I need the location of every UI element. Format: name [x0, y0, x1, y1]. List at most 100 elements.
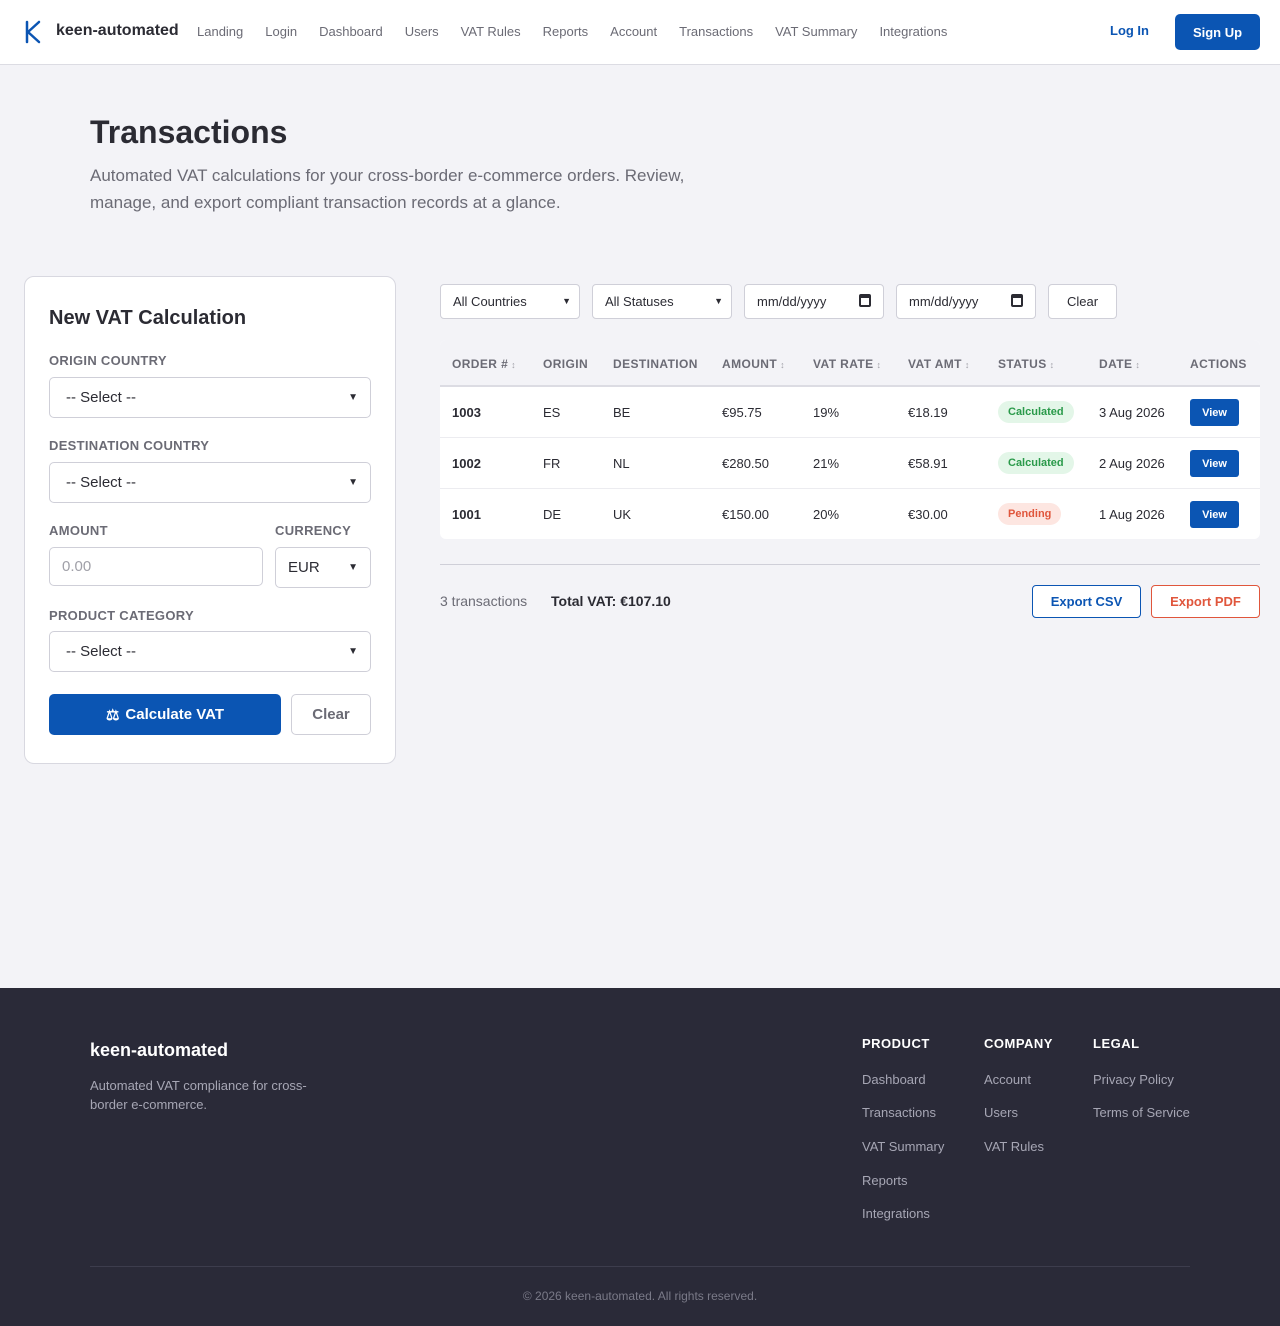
footer-link-integrations[interactable]: Integrations	[862, 1206, 930, 1221]
nav-item-transactions[interactable]: Transactions	[679, 24, 753, 39]
nav-item-users[interactable]: Users	[405, 24, 439, 39]
cell-destination: BE	[613, 405, 631, 420]
currency-value: EUR	[288, 559, 320, 576]
calendar-icon[interactable]	[1011, 294, 1023, 307]
view-button[interactable]: View	[1190, 399, 1239, 426]
chevron-down-icon: ▼	[714, 296, 723, 306]
view-button[interactable]: View	[1190, 501, 1239, 528]
main-nav: Landing Login Dashboard Users VAT Rules …	[197, 24, 947, 39]
amount-input[interactable]: 0.00	[49, 547, 263, 586]
table-row: 1001 DE UK €150.00 20% €30.00 Pending 1 …	[440, 489, 1260, 539]
date-to-placeholder: mm/dd/yyyy	[909, 294, 979, 309]
destination-country-select[interactable]: -- Select -- ▼	[49, 462, 371, 503]
footer-link-reports[interactable]: Reports	[862, 1173, 908, 1188]
nav-item-account[interactable]: Account	[610, 24, 657, 39]
transactions-table: ORDER # ↕ ORIGIN DESTINATION AMOUNT ↕ VAT …	[440, 340, 1260, 539]
signup-button[interactable]: Sign Up	[1175, 14, 1260, 50]
column-header-amount[interactable]: AMOUNT ↕	[722, 357, 785, 371]
column-header-vat-rate[interactable]: VAT RATE ↕	[813, 357, 881, 371]
nav-item-login[interactable]: Login	[265, 24, 297, 39]
summary-divider	[440, 564, 1260, 565]
footer-link-dashboard[interactable]: Dashboard	[862, 1072, 926, 1087]
footer-link-terms[interactable]: Terms of Service	[1093, 1105, 1190, 1120]
cell-date: 3 Aug 2026	[1099, 405, 1165, 420]
footer-link-vat-rules[interactable]: VAT Rules	[984, 1139, 1044, 1154]
login-link[interactable]: Log In	[1110, 23, 1149, 38]
footer-link-vat-summary[interactable]: VAT Summary	[862, 1139, 944, 1154]
currency-select[interactable]: EUR ▼	[275, 547, 371, 588]
footer-copyright: © 2026 keen-automated. All rights reserv…	[522, 1289, 758, 1303]
date-from-placeholder: mm/dd/yyyy	[757, 294, 827, 309]
calendar-icon[interactable]	[859, 294, 871, 307]
nav-item-reports[interactable]: Reports	[543, 24, 589, 39]
cell-date: 2 Aug 2026	[1099, 456, 1165, 471]
chevron-down-icon: ▼	[348, 562, 358, 573]
cell-vat-rate: 20%	[813, 507, 840, 522]
date-from-input[interactable]: mm/dd/yyyy	[744, 284, 884, 319]
nav-item-dashboard[interactable]: Dashboard	[319, 24, 383, 39]
cell-order: 1003	[452, 405, 481, 420]
column-header-order[interactable]: ORDER # ↕	[452, 357, 516, 371]
column-header-status[interactable]: STATUS ↕	[998, 357, 1055, 371]
cell-vat-amt: €30.00	[908, 507, 948, 522]
product-category-label: PRODUCT CATEGORY	[49, 608, 194, 623]
column-header-destination: DESTINATION	[613, 357, 698, 371]
form-clear-button[interactable]: Clear	[291, 694, 371, 735]
footer-divider	[90, 1266, 1190, 1267]
status-badge: Calculated	[998, 452, 1074, 474]
cell-origin: ES	[543, 405, 561, 420]
cell-order: 1001	[452, 507, 481, 522]
card-title: New VAT Calculation	[49, 307, 247, 329]
status-badge: Pending	[998, 503, 1062, 525]
filter-clear-button[interactable]: Clear	[1048, 284, 1117, 319]
table-row: 1002 FR NL €280.50 21% €58.91 Calculated…	[440, 438, 1260, 489]
table-row: 1003 ES BE €95.75 19% €18.19 Calculated …	[440, 387, 1260, 438]
page-title: Transactions	[90, 114, 288, 150]
status-filter-select[interactable]: All Statuses ▼	[592, 284, 732, 319]
column-header-vat-amt[interactable]: VAT AMT ↕	[908, 357, 970, 371]
cell-amount: €280.50	[722, 456, 769, 471]
amount-label: AMOUNT	[49, 523, 108, 538]
footer-link-users[interactable]: Users	[984, 1105, 1018, 1120]
product-category-value: -- Select --	[66, 643, 137, 660]
sort-icon: ↕	[876, 360, 882, 370]
column-header-origin: ORIGIN	[543, 357, 589, 371]
status-filter-value: All Statuses	[605, 294, 674, 309]
amount-placeholder: 0.00	[62, 558, 92, 575]
nav-item-vat-summary[interactable]: VAT Summary	[775, 24, 857, 39]
footer-brand: keen-automated	[90, 1040, 229, 1060]
transaction-count: 3 transactions	[440, 593, 528, 609]
nav-item-vat-rules[interactable]: VAT Rules	[461, 24, 521, 39]
footer-tagline: Automated VAT compliance for cross-borde…	[90, 1078, 307, 1112]
brand-name[interactable]: keen-automated	[56, 22, 179, 40]
footer-link-account[interactable]: Account	[984, 1072, 1031, 1087]
cell-vat-amt: €58.91	[908, 456, 948, 471]
logo-icon[interactable]	[24, 20, 42, 44]
footer-link-privacy[interactable]: Privacy Policy	[1093, 1072, 1174, 1087]
nav-item-integrations[interactable]: Integrations	[879, 24, 947, 39]
cell-vat-amt: €18.19	[908, 405, 948, 420]
export-csv-button[interactable]: Export CSV	[1032, 585, 1141, 618]
vat-calculation-card: New VAT Calculation ORIGIN COUNTRY -- Se…	[24, 276, 396, 764]
calculate-vat-button[interactable]: ⚖ Calculate VAT	[49, 694, 281, 735]
destination-country-label: DESTINATION COUNTRY	[49, 438, 210, 453]
export-pdf-button[interactable]: Export PDF	[1151, 585, 1260, 618]
footer-link-transactions[interactable]: Transactions	[862, 1105, 936, 1120]
origin-country-select[interactable]: -- Select -- ▼	[49, 377, 371, 418]
cell-vat-rate: 21%	[813, 456, 840, 471]
nav-item-landing[interactable]: Landing	[197, 24, 243, 39]
product-category-select[interactable]: -- Select -- ▼	[49, 631, 371, 672]
currency-label: CURRENCY	[275, 523, 352, 538]
total-vat: Total VAT: €107.10	[551, 593, 671, 609]
page-subtitle: Automated VAT calculations for your cros…	[90, 166, 685, 212]
cell-amount: €150.00	[722, 507, 769, 522]
cell-vat-rate: 19%	[813, 405, 840, 420]
footer-legal-title: LEGAL	[1093, 1036, 1140, 1051]
country-filter-select[interactable]: All Countries ▼	[440, 284, 580, 319]
view-button[interactable]: View	[1190, 450, 1239, 477]
sort-icon: ↕	[1135, 360, 1141, 370]
date-to-input[interactable]: mm/dd/yyyy	[896, 284, 1036, 319]
column-header-date[interactable]: DATE ↕	[1099, 357, 1140, 371]
status-badge: Calculated	[998, 401, 1074, 423]
cell-destination: UK	[613, 507, 632, 522]
